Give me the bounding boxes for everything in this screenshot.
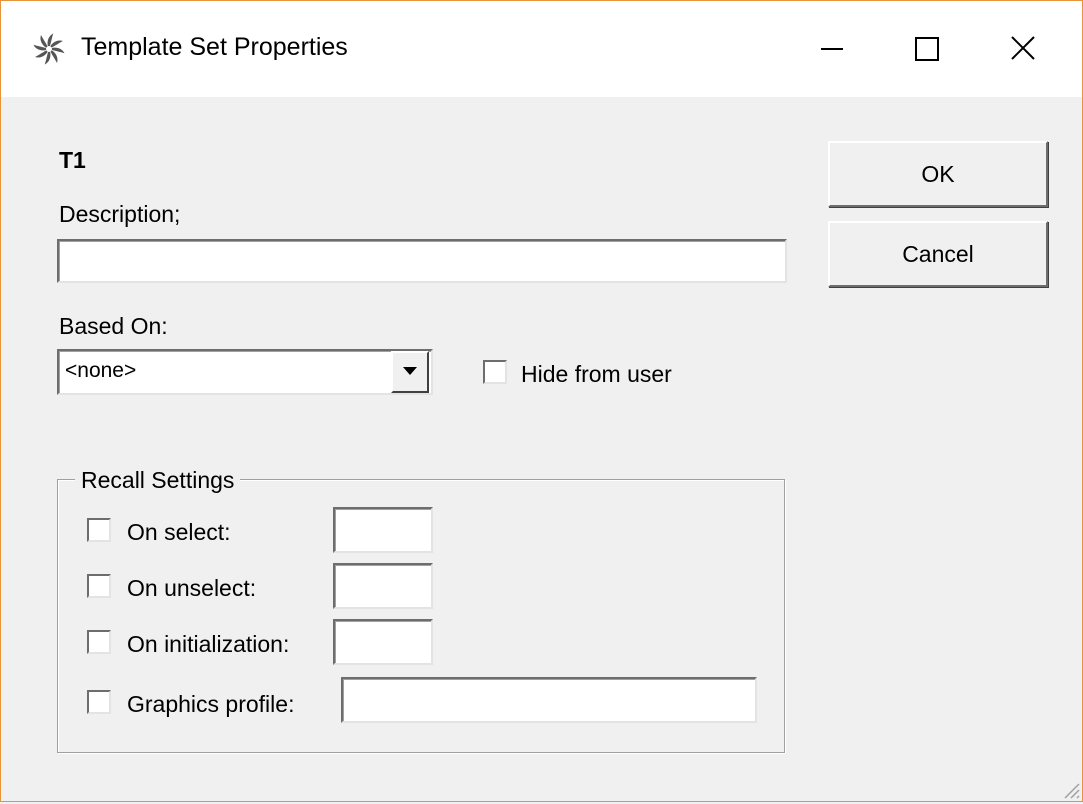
on-initialization-checkbox[interactable] bbox=[87, 630, 111, 654]
title-bar[interactable]: Template Set Properties bbox=[1, 1, 1082, 97]
on-unselect-checkbox[interactable] bbox=[87, 574, 111, 598]
cancel-button[interactable]: Cancel bbox=[828, 221, 1048, 287]
ok-button[interactable]: OK bbox=[828, 141, 1048, 207]
description-label: Description; bbox=[59, 201, 181, 227]
graphics-profile-input[interactable] bbox=[341, 677, 757, 723]
graphics-profile-checkbox[interactable] bbox=[87, 690, 111, 714]
close-icon[interactable] bbox=[993, 21, 1053, 77]
maximize-icon[interactable] bbox=[897, 21, 957, 77]
graphics-profile-label[interactable]: Graphics profile: bbox=[127, 691, 294, 718]
based-on-label: Based On: bbox=[59, 313, 168, 339]
on-unselect-input[interactable] bbox=[333, 563, 433, 609]
on-unselect-label[interactable]: On unselect: bbox=[127, 575, 256, 602]
minimize-icon[interactable] bbox=[801, 21, 861, 77]
template-set-name: T1 bbox=[59, 147, 86, 173]
chevron-down-icon bbox=[402, 363, 418, 381]
dropdown-arrow-button[interactable] bbox=[391, 351, 429, 393]
recall-settings-legend: Recall Settings bbox=[75, 467, 241, 494]
on-initialization-input[interactable] bbox=[333, 619, 433, 665]
hide-from-user-label[interactable]: Hide from user bbox=[521, 361, 672, 388]
on-initialization-label[interactable]: On initialization: bbox=[127, 631, 289, 658]
window-title: Template Set Properties bbox=[81, 33, 348, 61]
hide-from-user-checkbox[interactable] bbox=[483, 360, 507, 384]
based-on-select[interactable]: <none> bbox=[57, 349, 433, 395]
resize-grip-icon[interactable] bbox=[1060, 779, 1080, 799]
on-select-label[interactable]: On select: bbox=[127, 519, 231, 546]
description-input[interactable] bbox=[57, 239, 787, 283]
dialog-window: Template Set Properties T1 Description; … bbox=[0, 0, 1083, 802]
on-select-checkbox[interactable] bbox=[87, 518, 111, 542]
pinwheel-icon bbox=[31, 31, 67, 67]
on-select-input[interactable] bbox=[333, 507, 433, 553]
